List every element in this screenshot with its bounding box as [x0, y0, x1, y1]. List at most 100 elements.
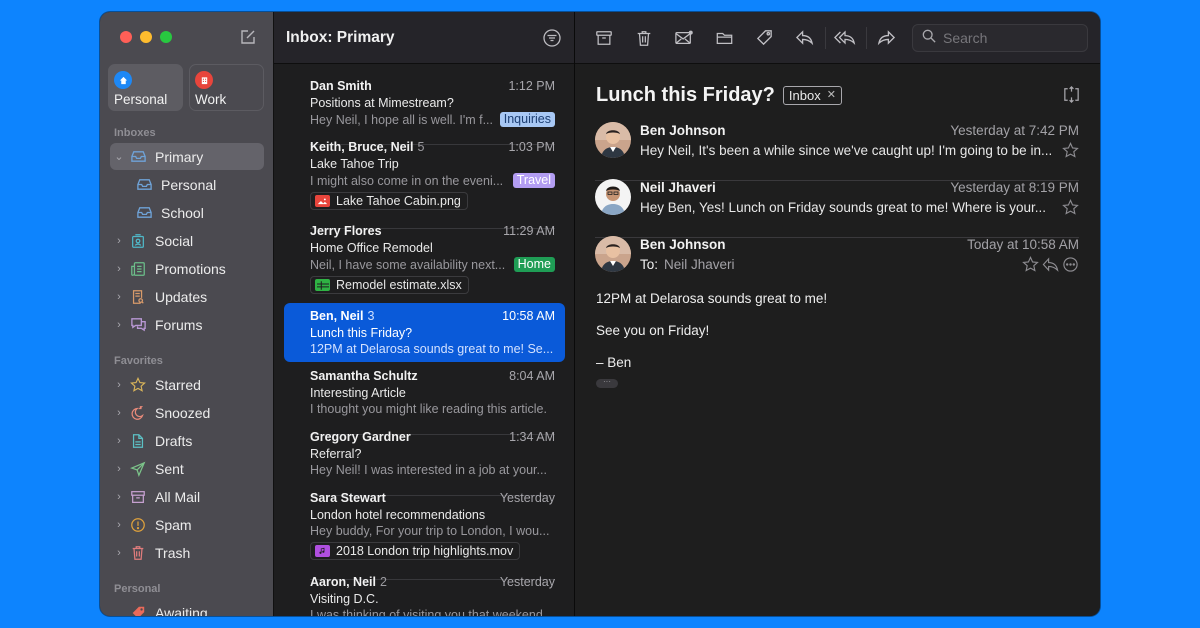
- filter-icon[interactable]: [542, 28, 562, 48]
- forward-icon[interactable]: [875, 27, 897, 49]
- star-icon[interactable]: [1022, 256, 1039, 273]
- sidebar-item-label: Sent: [155, 460, 184, 477]
- message-row[interactable]: Dan Smith 1:12 PM Positions at Mimestream…: [284, 75, 565, 133]
- sidebar-item-trash[interactable]: › Trash: [110, 539, 264, 566]
- attachment-chip[interactable]: 2018 London trip highlights.mov: [310, 542, 521, 560]
- close-window-button[interactable]: [120, 31, 132, 43]
- star-icon[interactable]: [1062, 142, 1079, 159]
- chat-bubbles-icon: [129, 316, 147, 334]
- attachment-chip[interactable]: Remodel estimate.xlsx: [310, 276, 469, 294]
- message-date: Today at 10:58 AM: [967, 237, 1079, 252]
- thread-count: 2: [380, 575, 387, 589]
- message-row[interactable]: Gregory Gardner 1:34 AM Referral? Hey Nei…: [284, 426, 565, 483]
- chevron-right-icon[interactable]: ›: [112, 491, 126, 503]
- avatar-neil-jhaveri: [595, 179, 631, 215]
- sidebar-item-social[interactable]: › Social: [110, 227, 264, 254]
- message-sender: Gregory Gardner: [310, 430, 411, 444]
- chevron-right-icon[interactable]: ›: [112, 319, 126, 331]
- mark-unread-icon[interactable]: [673, 27, 695, 49]
- account-work[interactable]: Work: [189, 64, 264, 111]
- chevron-right-icon[interactable]: ›: [112, 547, 126, 559]
- message-time: Yesterday: [499, 575, 555, 589]
- sidebar-item-spam[interactable]: › Spam: [110, 511, 264, 538]
- star-icon[interactable]: [1062, 199, 1079, 216]
- thread-count: 5: [417, 140, 425, 154]
- label-tag-home[interactable]: Home: [513, 257, 555, 272]
- reply-icon[interactable]: [1042, 256, 1059, 273]
- label-tag-travel[interactable]: Travel: [512, 173, 555, 188]
- message-preview: I might also come in on the eveni...: [310, 173, 504, 188]
- chevron-right-icon[interactable]: ›: [112, 463, 126, 475]
- minimize-window-button[interactable]: [140, 31, 152, 43]
- sidebar-item-label: Drafts: [155, 432, 193, 449]
- chevron-right-icon[interactable]: ›: [112, 235, 126, 247]
- sidebar-item-school[interactable]: School: [110, 199, 264, 226]
- label-tag-icon[interactable]: [753, 27, 775, 49]
- thread-label-chip[interactable]: Inbox ✕: [782, 86, 842, 105]
- account-personal[interactable]: Personal: [108, 64, 183, 111]
- sidebar-item-starred[interactable]: › Starred: [110, 371, 264, 398]
- message-row[interactable]: Sara Stewart Yesterday London hotel recom…: [284, 487, 565, 566]
- tray-icon: [135, 204, 153, 222]
- chevron-right-icon[interactable]: ›: [112, 407, 126, 419]
- trash-icon: [129, 544, 147, 562]
- reply-icon[interactable]: [793, 27, 815, 49]
- more-options-icon[interactable]: [1062, 256, 1079, 273]
- chevron-right-icon[interactable]: ›: [112, 519, 126, 531]
- message-row[interactable]: Samantha Schultz 8:04 AM Interesting Arti…: [284, 365, 565, 422]
- sidebar-item-snoozed[interactable]: › Snoozed: [110, 399, 264, 426]
- message-row[interactable]: Aaron, Neil 2 Yesterday Visiting D.C. I wa…: [284, 571, 565, 616]
- sidebar-item-drafts[interactable]: › Drafts: [110, 427, 264, 454]
- newspaper-icon: [129, 260, 147, 278]
- sidebar-item-label: Social: [155, 232, 194, 249]
- message-row-selected[interactable]: Ben, Neil 3 10:58 AM Lunch this Friday? 12…: [284, 303, 565, 362]
- message-sender: Jerry Flores: [310, 224, 382, 238]
- spreadsheet-file-icon: [315, 279, 330, 291]
- chevron-right-icon[interactable]: ›: [112, 379, 126, 391]
- toolbar-separator: [866, 26, 867, 49]
- sidebar-item-all-mail[interactable]: › All Mail: [110, 483, 264, 510]
- thread-header: Lunch this Friday? Inbox ✕: [596, 84, 842, 107]
- sidebar-item-forums[interactable]: › Forums: [110, 311, 264, 338]
- favorites-heading: Favorites: [114, 355, 163, 367]
- thread-subject: Lunch this Friday?: [596, 84, 775, 106]
- toolbar: [575, 12, 1100, 64]
- show-trimmed-content-button[interactable]: ···: [596, 378, 618, 388]
- sidebar-item-personal[interactable]: Personal: [110, 171, 264, 198]
- chevron-right-icon[interactable]: ›: [112, 291, 126, 303]
- chevron-down-icon[interactable]: ⌄: [112, 150, 126, 163]
- message-list: Inbox: Primary Dan Smith 1:12 PM Position…: [274, 12, 575, 616]
- sidebar-item-sent[interactable]: › Sent: [110, 455, 264, 482]
- chevron-right-icon[interactable]: ›: [112, 263, 126, 275]
- chevron-right-icon[interactable]: ›: [112, 435, 126, 447]
- account-switcher: Personal Work: [108, 64, 264, 111]
- search-input[interactable]: [943, 30, 1073, 46]
- recipients: To: Neil Jhaveri: [640, 257, 735, 272]
- sidebar-item-promotions[interactable]: › Promotions: [110, 255, 264, 282]
- message-snippet: Hey Neil, It's been a while since we've …: [640, 143, 1053, 158]
- move-folder-icon[interactable]: [713, 27, 735, 49]
- remove-label-icon[interactable]: ✕: [827, 87, 836, 104]
- exclamation-circle-icon: [129, 516, 147, 534]
- thread-message-collapsed[interactable]: Neil Jhaveri Yesterday at 8:19 PM Hey Be…: [595, 179, 1079, 231]
- archive-icon[interactable]: [593, 27, 615, 49]
- thread-message-collapsed[interactable]: Ben Johnson Yesterday at 7:42 PM Hey Nei…: [595, 122, 1079, 174]
- sidebar-item-awaiting[interactable]: Awaiting: [110, 599, 264, 616]
- sidebar-item-updates[interactable]: › Updates: [110, 283, 264, 310]
- compose-icon[interactable]: [239, 28, 257, 46]
- message-preview: I was thinking of visiting you that week…: [310, 608, 554, 616]
- search-field[interactable]: [912, 24, 1088, 52]
- message-actions: [1022, 256, 1079, 273]
- message-row[interactable]: Jerry Flores 11:29 AM Home Office Remodel…: [284, 220, 565, 301]
- label-tag-inquiries[interactable]: Inquiries: [499, 112, 555, 127]
- trash-icon[interactable]: [633, 27, 655, 49]
- expand-collapse-icon[interactable]: [1062, 85, 1082, 105]
- sidebar-item-primary[interactable]: ⌄ Primary: [110, 143, 264, 170]
- recipient-name[interactable]: Neil Jhaveri: [664, 257, 735, 272]
- attachment-chip[interactable]: Lake Tahoe Cabin.png: [310, 192, 468, 210]
- message-snippet: Hey Ben, Yes! Lunch on Friday sounds gre…: [640, 200, 1046, 215]
- account-label: Work: [195, 92, 227, 107]
- reply-all-icon[interactable]: [834, 27, 856, 49]
- zoom-window-button[interactable]: [160, 31, 172, 43]
- message-row[interactable]: Keith, Bruce, Neil 5 1:03 PM Lake Tahoe Tr…: [284, 136, 565, 216]
